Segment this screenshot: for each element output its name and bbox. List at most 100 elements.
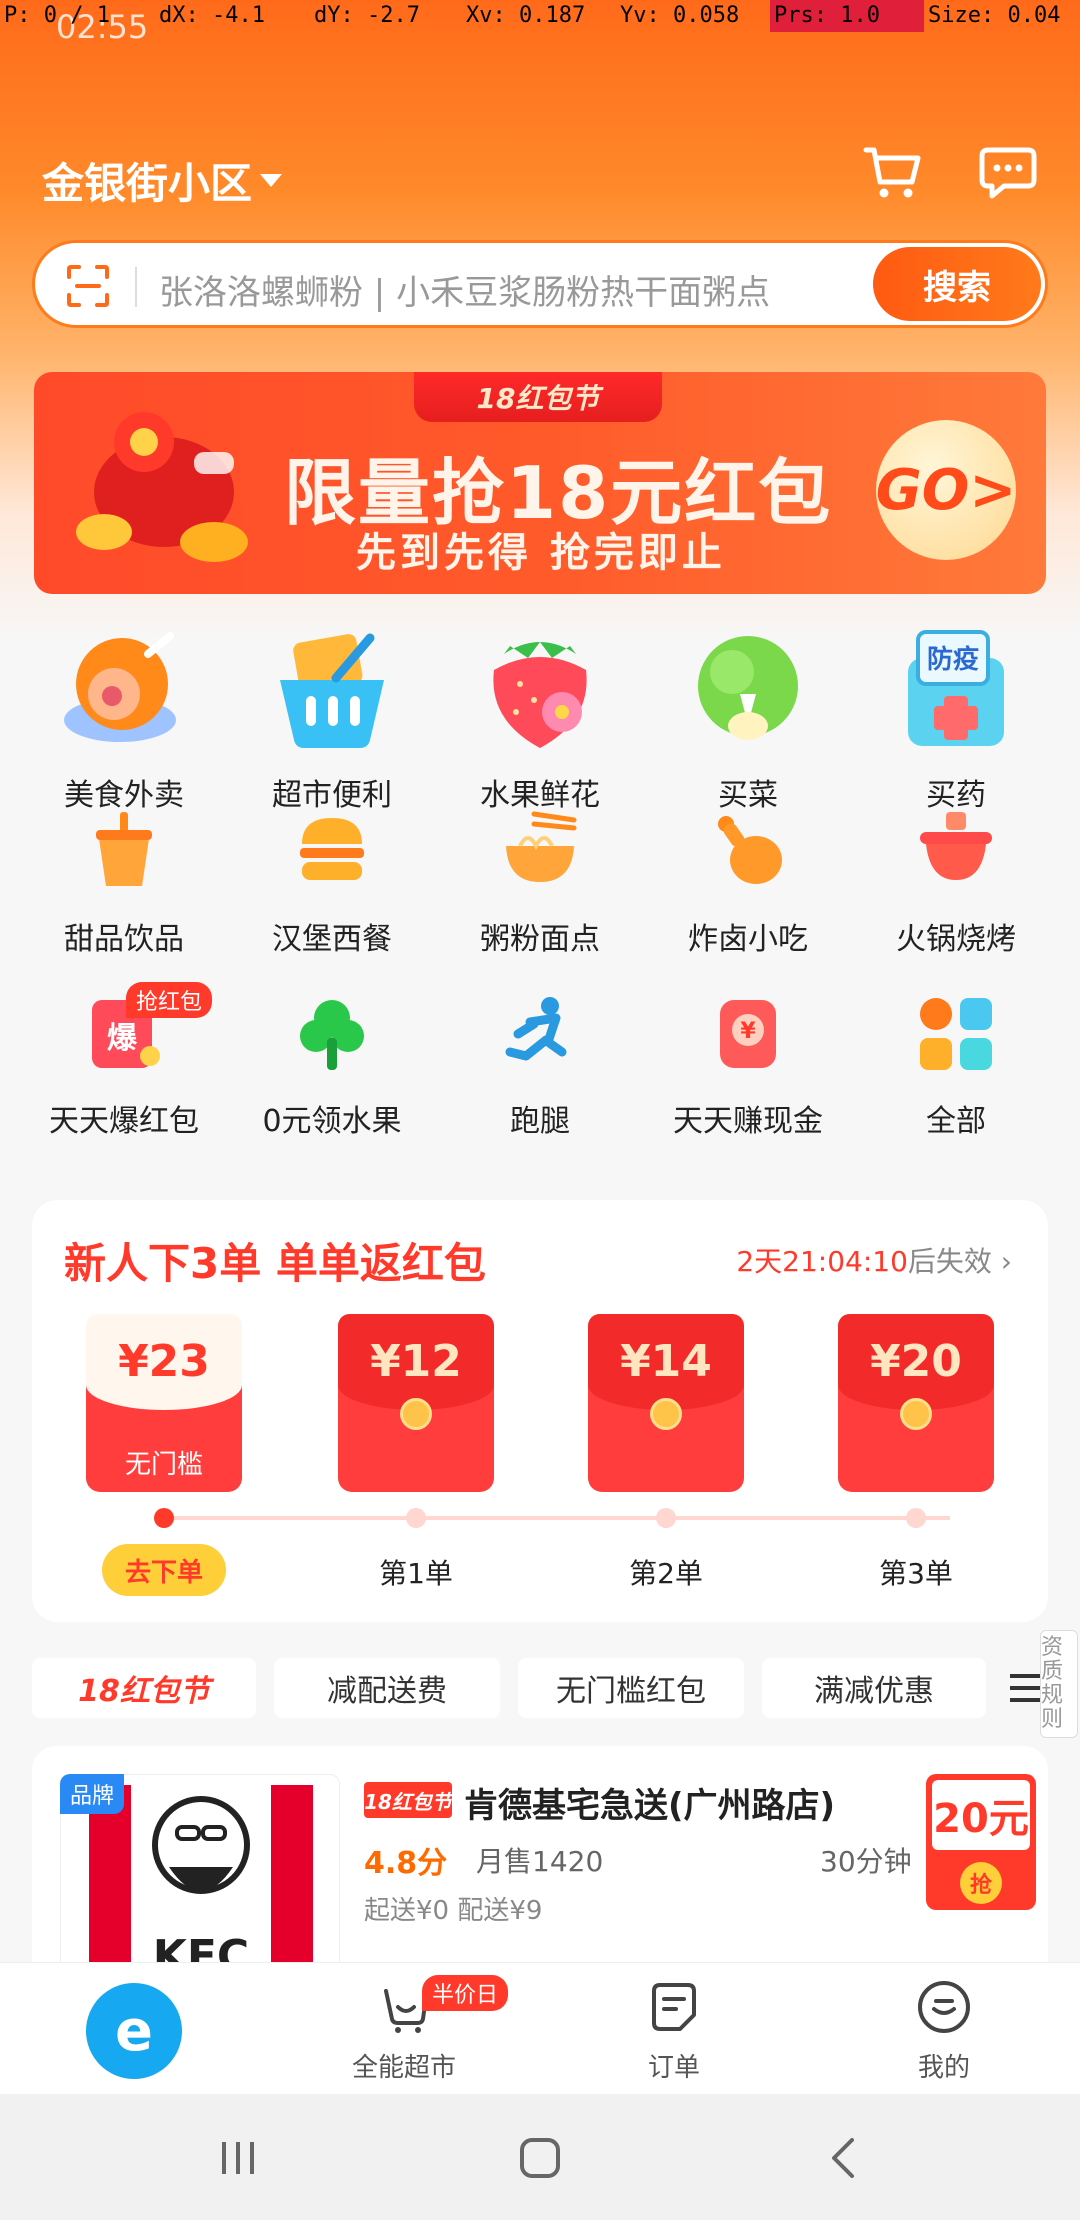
redpacket-step-1[interactable]: ¥12 [338,1314,494,1492]
recent-apps-icon[interactable] [214,2134,262,2182]
category-label: 甜品饮品 [64,922,184,957]
kfc-logo-text: KFC [153,1931,249,1966]
step-label: 第2单 [629,1557,703,1590]
debug-pointer: P: 0 / 1 [4,3,110,28]
debug-size: Size: 0.04 [928,3,1061,28]
category-drinks[interactable]: 甜品饮品 [24,810,224,990]
location-selector[interactable]: 金银街小区 [42,150,283,211]
redpacket-note: 无门槛 [124,1450,203,1480]
strawberry-icon [493,642,587,748]
redpacket-step-2[interactable]: ¥14 [588,1314,744,1492]
medicine-icon: 防疫 [908,630,1004,746]
search-button[interactable]: 搜索 [873,247,1041,321]
banner-tag: 18红包节 [414,372,662,422]
tab-label: 全能超市 [351,2053,456,2083]
store-delivery-time: 30分钟 [820,1845,912,1878]
svg-text:¥: ¥ [740,1019,756,1044]
countdown-link[interactable]: 2天21:04:10后失效 › [736,1240,1012,1280]
category-label: 跑腿 [510,1104,570,1139]
system-navigation-bar [0,2094,1080,2220]
category-burger[interactable]: 汉堡西餐 [232,810,432,990]
tab-supermarket[interactable]: 全能超市 半价日 [304,1975,509,2084]
tab-badge: 半价日 [422,1975,509,2011]
brand-badge: 品牌 [60,1774,125,1814]
coin-icon [900,1398,932,1430]
tab-label: 订单 [647,2053,700,2083]
header: 金银街小区 [0,140,1080,220]
category-hotpot[interactable]: 火锅烧烤 [856,810,1056,990]
debug-prs: Prs: 1.0 [770,0,924,32]
noodle-icon [506,811,577,882]
category-daily-redpacket[interactable]: 爆 抢红包 天天爆红包 [24,982,224,1162]
debug-dy: dY: -2.7 [314,3,420,28]
category-label: 买药 [926,778,986,813]
back-icon[interactable] [820,2134,868,2182]
countdown-suffix: 后失效 › [907,1245,1012,1278]
category-label: 天天爆红包 [49,1104,199,1139]
pointer-debug-overlay: P: 0 / 1 dX: -4.1 dY: -2.7 Xv: 0.187 Yv:… [0,0,1080,32]
category-supermarket[interactable]: 超市便利 [232,624,432,813]
store-name: 肯德基宅急送(广州路店) [464,1786,836,1826]
store-coupon-grab-button[interactable]: 抢 [960,1862,1002,1904]
home-tab[interactable]: e [86,1983,182,2079]
go-order-button[interactable]: 去下单 [102,1544,226,1596]
redpacket-step-0[interactable]: ¥23 无门槛 [86,1314,242,1492]
search-bar[interactable]: 张洛洛螺蛳粉 | 小禾豆浆肠粉热干面粥点 搜索 [32,240,1048,328]
store-card[interactable]: 品牌 KFC 18红包节 肯德基宅急送(广州路店) 4.8分 月售1420 30… [32,1746,1048,1966]
caret-down-icon [260,174,283,187]
drink-icon [96,812,152,886]
grid-icon [920,998,992,1070]
banner-subtitle: 先到先得 抢完即止 [356,530,726,576]
redpacket-amount: ¥20 [870,1336,962,1387]
store-coupon[interactable]: 20元 抢 [926,1774,1036,1910]
tree-icon [300,1000,364,1070]
category-free-fruit[interactable]: 0元领水果 [232,982,432,1162]
profile-icon [918,1981,970,2033]
redpacket-step-3[interactable]: ¥20 [838,1314,994,1492]
promo-banner[interactable]: 18红包节 限量抢18元红包 先到先得 抢完即止 GO> [34,372,1046,594]
progress-track [162,1516,950,1520]
filter-no-threshold[interactable]: 无门槛红包 [518,1658,744,1718]
coin-icon [650,1398,682,1430]
category-label: 炸卤小吃 [688,922,808,957]
redpacket-icon-text: 爆 [107,1021,138,1056]
debug-xv: Xv: 0.187 [466,3,586,28]
progress-dot [154,1508,174,1528]
progress-dot [906,1508,926,1528]
message-icon[interactable] [978,142,1038,202]
search-divider [135,267,137,307]
category-label: 超市便利 [272,778,392,813]
home-icon[interactable] [516,2134,564,2182]
filter-reduced-delivery[interactable]: 减配送费 [274,1658,500,1718]
category-label: 天天赚现金 [673,1104,823,1139]
filter-redpacket-festival[interactable]: 18红包节 [32,1658,256,1718]
store-rating: 4.8分 [364,1846,448,1881]
cash-icon: ¥ [720,1000,776,1068]
category-all[interactable]: 全部 [856,982,1056,1162]
tab-profile[interactable]: 我的 [844,1979,1044,2084]
cart-icon[interactable] [860,140,924,204]
search-input[interactable]: 张洛洛螺蛳粉 | 小禾豆浆肠粉热干面粥点 [159,265,879,314]
hotpot-icon [920,812,992,880]
category-earn-cash[interactable]: ¥ 天天赚现金 [648,982,848,1162]
category-noodle[interactable]: 粥粉面点 [440,810,640,990]
banner-go-button[interactable]: GO> [876,420,1016,560]
burger-icon [300,818,364,880]
category-fruit-flower[interactable]: 水果鲜花 [440,624,640,813]
qualification-rules-tab[interactable]: 资质规则 [1040,1630,1078,1738]
progress-dot [406,1508,426,1528]
category-label: 汉堡西餐 [272,922,392,957]
order-icon [652,1983,696,2031]
coin-icon [400,1398,432,1430]
category-fried-snack[interactable]: 炸卤小吃 [648,810,848,990]
category-food[interactable]: 美食外卖 [24,624,224,813]
category-vegetable[interactable]: 买菜 [648,624,848,813]
tab-orders[interactable]: 订单 [574,1979,774,2084]
store-monthly-sales: 月售1420 [476,1845,604,1878]
bottom-navigation: e 全能超市 半价日 订单 我的 [0,1962,1080,2094]
category-errand[interactable]: 跑腿 [440,982,640,1162]
category-medicine[interactable]: 防疫 买药 [856,624,1056,813]
scan-icon[interactable] [65,263,111,309]
filter-discount[interactable]: 满减优惠 [762,1658,986,1718]
redpacket-amount: ¥14 [620,1336,712,1387]
